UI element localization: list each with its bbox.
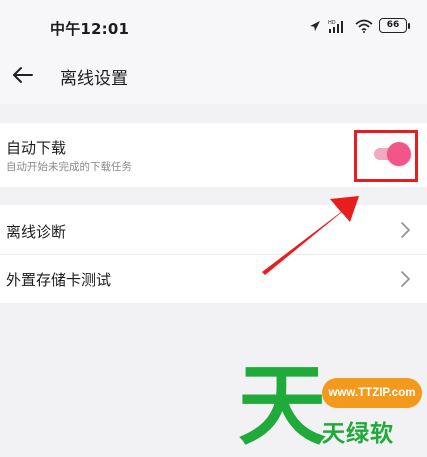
page-title: 离线设置	[60, 69, 128, 89]
auto-download-subtitle: 自动开始未完成的下载任务	[6, 161, 132, 173]
chevron-right-icon	[401, 271, 411, 287]
toggle-thumb[interactable]	[387, 142, 411, 166]
battery-level: 66	[386, 20, 400, 30]
wifi-icon	[355, 19, 373, 33]
signal-icon: HD	[328, 20, 343, 33]
watermark-logo-char: 天	[238, 354, 327, 457]
watermark-text: 天绿软	[322, 421, 394, 447]
battery-icon: 66	[379, 18, 410, 33]
location-icon	[310, 20, 320, 31]
status-time: 中午12:01	[50, 20, 130, 38]
list-item-label: 离线诊断	[6, 223, 67, 241]
back-arrow-icon[interactable]	[10, 62, 36, 88]
auto-download-title: 自动下载	[6, 139, 67, 157]
watermark-url: www.TTZIP.com	[322, 378, 422, 408]
list-item-sdcard-test[interactable]: 外置存储卡测试	[0, 254, 427, 303]
list-item-label: 外置存储卡测试	[6, 271, 112, 289]
list-divider	[0, 254, 427, 255]
chevron-right-icon	[401, 222, 411, 238]
status-icons: HD 66	[309, 18, 410, 33]
svg-text:HD: HD	[328, 20, 336, 26]
app-bar: 离线设置	[0, 52, 427, 104]
status-bar: 中午12:01 HD 66	[0, 0, 427, 52]
list-item-diagnose[interactable]: 离线诊断	[0, 205, 427, 254]
